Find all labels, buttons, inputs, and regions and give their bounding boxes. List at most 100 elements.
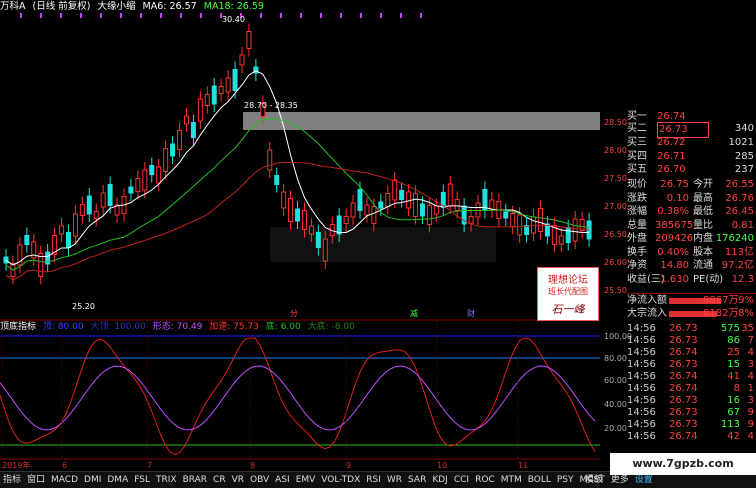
tab-13[interactable]: VOL-TDX bbox=[321, 475, 360, 485]
stat-label: 换手 bbox=[627, 246, 647, 258]
tab-4[interactable]: DMA bbox=[107, 475, 128, 485]
candle bbox=[100, 192, 106, 208]
tab-21[interactable]: BOLL bbox=[528, 475, 551, 485]
bid-vol: 285 bbox=[734, 151, 754, 162]
bid-vol: 1021 bbox=[728, 137, 754, 148]
tab-0[interactable]: 指标 bbox=[3, 475, 21, 485]
stat-row: 总量 385675 量比 0.81 bbox=[627, 219, 756, 233]
top-marker bbox=[280, 13, 282, 18]
candle bbox=[211, 85, 217, 105]
bid-label: 买四 bbox=[627, 151, 647, 162]
top-marker bbox=[40, 13, 42, 18]
top-marker bbox=[420, 13, 422, 18]
tab-18[interactable]: CCI bbox=[454, 475, 469, 485]
tab-2[interactable]: MACD bbox=[51, 475, 78, 485]
price-tick: 26.00 bbox=[604, 258, 627, 267]
stat-value2: 26.45 bbox=[725, 206, 754, 217]
ind-bigbottom: 大底: -8.00 bbox=[307, 322, 355, 332]
tab-14[interactable]: RSI bbox=[366, 475, 381, 485]
tab-17[interactable]: KDJ bbox=[432, 475, 448, 485]
top-marker bbox=[180, 13, 182, 18]
candle bbox=[558, 235, 564, 245]
bid-price: 26.70 bbox=[657, 164, 686, 175]
top-marker bbox=[20, 13, 22, 18]
bid-label: 买三 bbox=[627, 137, 647, 148]
candle bbox=[86, 195, 92, 215]
candle bbox=[107, 184, 113, 206]
indicator-accel-line bbox=[0, 337, 596, 456]
tab-22[interactable]: PSY bbox=[557, 475, 574, 485]
ind-tick: 60.00 bbox=[604, 376, 627, 385]
tab-11[interactable]: ASI bbox=[275, 475, 290, 485]
bid-row: 买四 26.71 285 bbox=[627, 150, 756, 164]
tab-20[interactable]: MTM bbox=[501, 475, 522, 485]
ind-top: 顶: 80.00 bbox=[42, 322, 84, 332]
template-button[interactable]: 模板 bbox=[585, 472, 603, 488]
tab-12[interactable]: EMV bbox=[296, 475, 316, 485]
tick-count: 4 bbox=[747, 431, 754, 442]
stat-value: 0.40% bbox=[657, 246, 689, 258]
stat-row: 涨跌 0.10 最高 26.76 bbox=[627, 192, 756, 206]
stat-row: 涨幅 0.38% 最低 26.45 bbox=[627, 205, 756, 219]
stat-value: 0.10 bbox=[666, 192, 689, 204]
tab-16[interactable]: SAR bbox=[408, 475, 426, 485]
stat-label: 外盘 bbox=[627, 233, 647, 244]
tab-25[interactable]: 设置 bbox=[635, 475, 653, 485]
stat-value: 1.630 bbox=[660, 273, 689, 285]
candle bbox=[357, 189, 363, 211]
stat-row: 换手 0.40% 股本 113亿 bbox=[627, 246, 756, 260]
tab-9[interactable]: VR bbox=[232, 475, 244, 485]
tick-row: 14:56 26.74 42 4 bbox=[627, 430, 756, 444]
tab-19[interactable]: ROC bbox=[475, 475, 495, 485]
tab-7[interactable]: BRAR bbox=[183, 475, 207, 485]
kline-chart[interactable]: 30.40 25.20 28.70 - 28.35 分 减 财 2019年 6 7 8… bbox=[0, 0, 600, 470]
candle bbox=[267, 149, 273, 171]
candle bbox=[232, 69, 238, 91]
stat-label2: 最高 bbox=[693, 192, 713, 204]
stat-value: 26.75 bbox=[660, 179, 689, 190]
tab-6[interactable]: TRIX bbox=[156, 475, 177, 485]
stat-value2: 176240 bbox=[715, 233, 754, 244]
stamp-line2: 班长代配图 bbox=[548, 287, 588, 296]
stat-value2: 0.81 bbox=[731, 219, 754, 231]
stat-value2: 26.76 bbox=[725, 192, 754, 204]
candle bbox=[475, 202, 481, 218]
candle bbox=[142, 169, 148, 191]
candle bbox=[288, 198, 294, 222]
flow-row: 大宗流入 8182万 8% bbox=[627, 307, 756, 321]
x-tick: 10 bbox=[437, 461, 447, 470]
ind-tick: 80.00 bbox=[604, 354, 627, 363]
top-marker bbox=[340, 13, 342, 18]
price-tick: 28.50 bbox=[604, 118, 627, 127]
indicator-name[interactable]: 顶底指标 bbox=[0, 322, 36, 332]
candle bbox=[135, 178, 141, 192]
candle bbox=[371, 206, 377, 224]
candle bbox=[295, 208, 301, 222]
top-marker bbox=[80, 13, 82, 18]
bid-row: 买三 26.72 1021 bbox=[627, 136, 756, 150]
tab-3[interactable]: DMI bbox=[84, 475, 101, 485]
x-axis: 2019年 6 7 8 9 10 11 bbox=[2, 460, 528, 470]
tab-10[interactable]: OBV bbox=[250, 475, 269, 485]
candle bbox=[537, 208, 543, 232]
stat-label: 涨跌 bbox=[627, 192, 647, 204]
ind-tick: 40.00 bbox=[604, 400, 627, 409]
tab-5[interactable]: FSL bbox=[134, 475, 150, 485]
stat-label2: PE(动) bbox=[693, 273, 724, 285]
candle bbox=[517, 214, 523, 236]
candle bbox=[190, 122, 196, 138]
stat-label2: 量比 bbox=[693, 219, 713, 231]
tab-1[interactable]: 窗口 bbox=[27, 475, 45, 485]
price-tick: 26.50 bbox=[604, 230, 627, 239]
tab-15[interactable]: WR bbox=[387, 475, 402, 485]
top-marker bbox=[120, 13, 122, 18]
bid-row: 买二 26.73 340 bbox=[627, 122, 756, 138]
flow-pct: 9% bbox=[738, 295, 754, 306]
tab-24[interactable]: 更多 bbox=[611, 475, 629, 485]
tab-8[interactable]: CR bbox=[213, 475, 226, 485]
candle bbox=[565, 227, 571, 243]
x-tick: 9 bbox=[346, 461, 351, 470]
candle bbox=[170, 143, 176, 157]
ind-shape: 形态: 70.49 bbox=[152, 322, 203, 332]
stat-label2: 最低 bbox=[693, 206, 713, 217]
